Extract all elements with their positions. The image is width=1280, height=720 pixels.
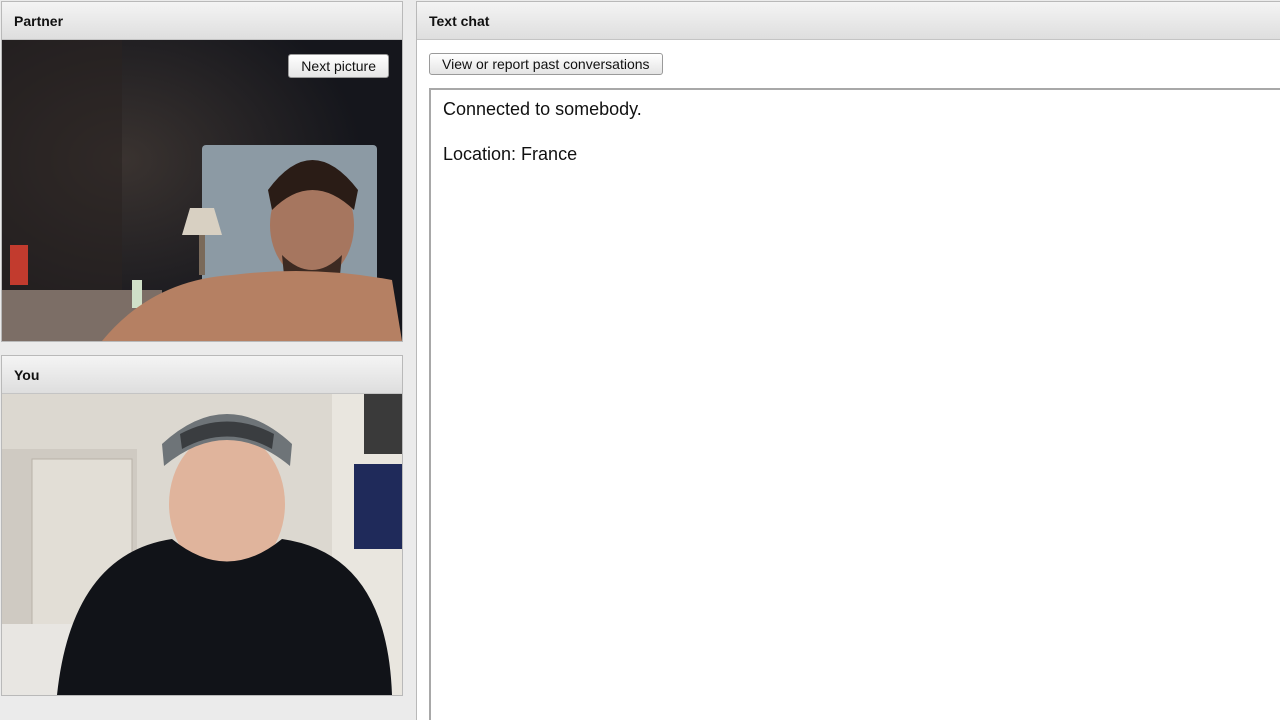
self-video-feed <box>2 394 402 695</box>
partner-video-feed: Next picture <box>2 40 402 341</box>
status-message: Connected to somebody. <box>443 99 642 119</box>
next-picture-button[interactable]: Next picture <box>288 54 389 78</box>
view-report-conversations-button[interactable]: View or report past conversations <box>429 53 663 75</box>
location-message: Location: France <box>443 144 578 164</box>
chat-log: Connected to somebody. Location: France <box>429 88 1280 720</box>
partner-panel-title: Partner <box>2 2 402 40</box>
text-chat-title: Text chat <box>417 2 1280 40</box>
partner-webcam-image <box>2 40 402 341</box>
you-panel: You <box>1 355 403 696</box>
you-panel-title: You <box>2 356 402 394</box>
self-webcam-image <box>2 394 402 695</box>
partner-panel: Partner Next picture <box>1 1 403 342</box>
text-chat-panel: Text chat View or report past conversati… <box>416 1 1280 720</box>
omegle-chat-window: Partner Next picture You Text chat View … <box>0 0 1280 720</box>
